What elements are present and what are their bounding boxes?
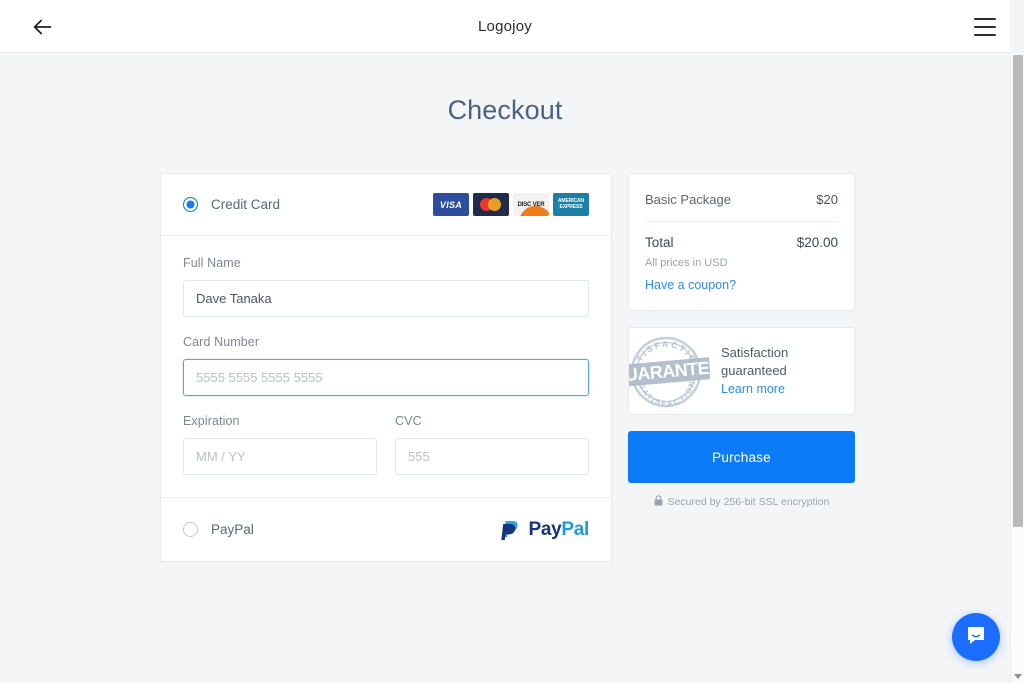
menu-bar-3 — [974, 34, 996, 36]
paypal-option-row[interactable]: PayPal PayPal — [161, 497, 611, 561]
accepted-card-logos: VISA DISC VER AMERICAN EXPRESS — [433, 193, 589, 216]
page-title: Checkout — [447, 95, 563, 125]
discover-logo-text: DISC VER — [517, 201, 545, 208]
paypal-option[interactable]: PayPal — [183, 522, 254, 537]
expiration-label: Expiration — [183, 414, 240, 428]
paypal-wordmark: PayPal — [528, 519, 589, 541]
summary-total-label: Total — [645, 235, 674, 250]
summary-divider — [645, 221, 838, 222]
ssl-note: Secured by 256-bit SSL encryption — [628, 495, 855, 509]
full-name-input[interactable] — [183, 280, 589, 317]
summary-total-value: $20.00 — [796, 235, 838, 250]
expiry-cvc-row: Expiration CVC — [183, 414, 589, 475]
brand-title: Logojoy — [478, 18, 532, 35]
cvc-label: CVC — [395, 414, 422, 428]
amex-logo: AMERICAN EXPRESS — [553, 193, 589, 216]
paypal-mark-icon — [500, 518, 522, 542]
scrollbar-thumb[interactable] — [1013, 55, 1023, 527]
chat-launcher-button[interactable] — [952, 613, 1000, 661]
currency-note: All prices in USD — [645, 257, 728, 269]
chat-bubble-icon — [964, 623, 988, 652]
credit-card-radio[interactable] — [183, 197, 198, 212]
learn-more-link[interactable]: Learn more — [721, 382, 785, 396]
order-summary-card: Basic Package $20 Total $20.00 All price… — [628, 173, 855, 311]
expiration-input[interactable] — [183, 438, 377, 475]
amex-line-2: EXPRESS — [559, 203, 583, 210]
visa-logo: VISA — [433, 193, 469, 216]
summary-item-price: $20 — [816, 192, 838, 207]
credit-card-option[interactable]: Credit Card — [183, 197, 280, 212]
discover-logo: DISC VER — [513, 193, 549, 216]
payment-methods-card: Credit Card VISA DISC VER AMERICAN EXPRE… — [160, 173, 612, 562]
app-header: Logojoy — [0, 0, 1010, 53]
card-number-input[interactable] — [183, 359, 589, 396]
card-number-label: Card Number — [183, 335, 260, 349]
credit-card-form: Full Name Card Number Expiration C — [161, 236, 611, 497]
purchase-button[interactable]: Purchase — [628, 431, 855, 483]
mastercard-circle-yellow — [488, 198, 501, 211]
guarantee-line-2: guaranteed — [721, 363, 787, 378]
menu-bar-1 — [974, 18, 996, 20]
ssl-note-text: Secured by 256-bit SSL encryption — [667, 496, 830, 508]
expiration-field-group: Expiration — [183, 414, 377, 475]
summary-item-row: Basic Package $20 — [645, 192, 838, 207]
full-name-label: Full Name — [183, 256, 241, 270]
guarantee-text: Satisfaction guaranteed Learn more — [721, 344, 788, 397]
scroll-down-arrow-icon[interactable] — [1014, 674, 1022, 679]
paypal-word-pal: Pal — [561, 518, 589, 540]
paypal-radio[interactable] — [183, 522, 198, 537]
summary-item-name: Basic Package — [645, 192, 731, 207]
hamburger-menu-icon[interactable] — [974, 16, 1000, 38]
checkout-sidebar: Basic Package $20 Total $20.00 All price… — [628, 173, 855, 509]
app-viewport: Logojoy Checkout Credit Card VISA DISC V… — [0, 0, 1024, 683]
guarantee-card: SATISFACTION SATISFACTION GUARANTEE Sati… — [628, 327, 855, 415]
page-scrollbar[interactable] — [1010, 53, 1024, 683]
paypal-label: PayPal — [211, 522, 254, 537]
coupon-link[interactable]: Have a coupon? — [645, 278, 736, 292]
lock-icon — [654, 495, 663, 509]
guarantee-line-1: Satisfaction — [721, 345, 789, 361]
checkout-layout: Credit Card VISA DISC VER AMERICAN EXPRE… — [160, 173, 855, 562]
menu-bar-2 — [974, 26, 996, 28]
full-name-field-group: Full Name — [183, 256, 589, 317]
summary-total-row: Total $20.00 — [645, 235, 838, 250]
card-number-field-group: Card Number — [183, 335, 589, 396]
credit-card-label: Credit Card — [211, 197, 281, 212]
page-body: Checkout Credit Card VISA DISC VER AMERI… — [0, 53, 1010, 683]
guarantee-stamp-icon: SATISFACTION SATISFACTION GUARANTEE — [629, 331, 722, 413]
purchase-section: Purchase Secured by 256-bit SSL encrypti… — [628, 431, 855, 509]
credit-card-option-row[interactable]: Credit Card VISA DISC VER AMERICAN EXPRE… — [161, 174, 611, 236]
paypal-logo: PayPal — [500, 518, 589, 542]
cvc-input[interactable] — [395, 438, 589, 475]
paypal-word-pay: Pay — [528, 518, 562, 540]
mastercard-logo — [473, 193, 509, 216]
cvc-field-group: CVC — [395, 414, 589, 475]
